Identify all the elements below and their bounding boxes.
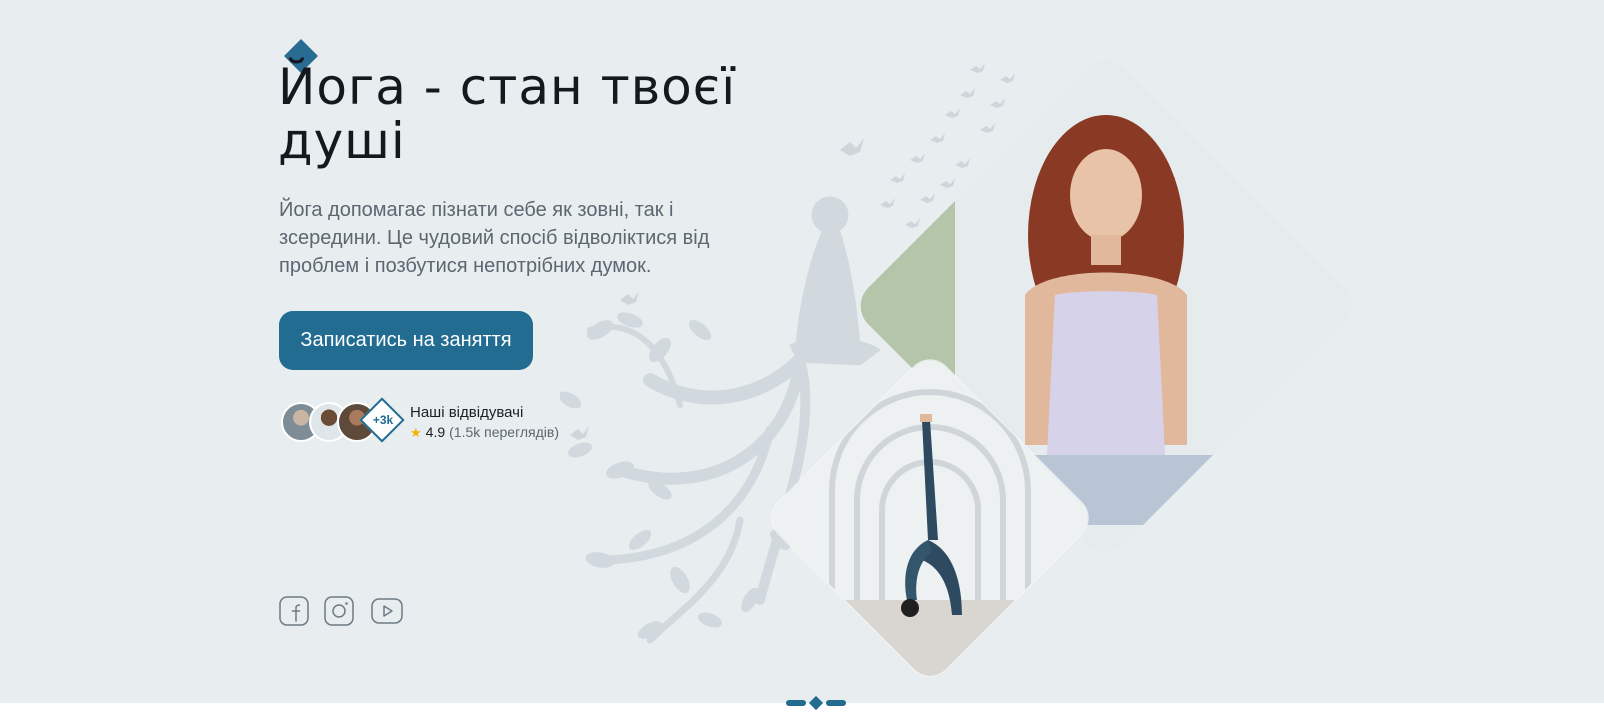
star-icon: ★ [410, 425, 422, 440]
hero-description: Йога допомагає пізнати себе як зовні, та… [279, 199, 710, 277]
hero-section: Йога - стан твоєї душі Йога допомагає пі… [0, 0, 1604, 703]
visitors-block: +3k Наші відвідувачі ★ 4.9 (1.5k перегляді… [279, 397, 599, 448]
visitors-count-text: +3k [372, 413, 394, 427]
pager-dot-active[interactable] [808, 695, 824, 711]
pager-dot[interactable] [826, 700, 846, 706]
rating-row: ★ 4.9 (1.5k переглядів) [410, 424, 559, 441]
carousel-pager [786, 695, 846, 711]
signup-class-button[interactable]: Записатись на заняття [279, 311, 533, 370]
facebook-icon[interactable] [279, 596, 309, 626]
visitors-label: Наші відвідувачі [410, 404, 524, 421]
views-count: (1.5k переглядів) [449, 424, 560, 440]
rating-value: 4.9 [425, 424, 446, 440]
instagram-icon[interactable] [324, 596, 354, 626]
youtube-icon[interactable] [371, 596, 403, 624]
pager-dot[interactable] [786, 700, 806, 706]
page-title: Йога - стан твоєї душі [278, 58, 737, 170]
